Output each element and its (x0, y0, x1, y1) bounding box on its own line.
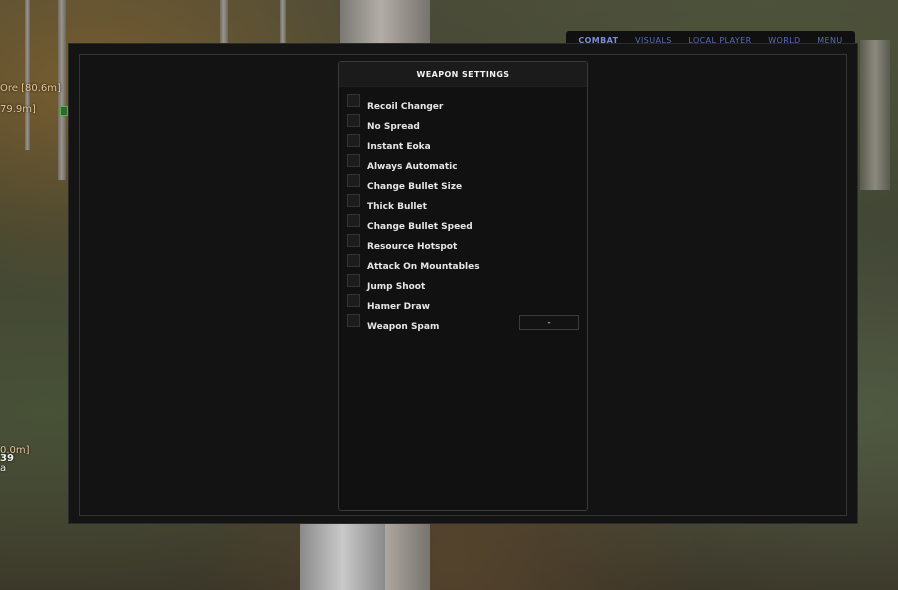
option-thick-bullet[interactable]: Thick Bullet (347, 193, 427, 212)
option-label: Attack On Mountables (367, 262, 480, 272)
option-hamer-draw[interactable]: Hamer Draw (347, 293, 430, 312)
entity-distance-label: 79.9m] (0, 104, 36, 115)
checkbox[interactable] (347, 273, 360, 287)
weapon-spam-keybind-button[interactable]: - (519, 315, 579, 330)
checkbox[interactable] (347, 233, 360, 247)
option-label: Jump Shoot (367, 282, 426, 292)
panel-title: WEAPON SETTINGS (339, 62, 587, 87)
option-attack-on-mountables[interactable]: Attack On Mountables (347, 253, 480, 272)
tree-trunk (860, 40, 890, 190)
option-change-bullet-size[interactable]: Change Bullet Size (347, 173, 463, 192)
option-instant-eoka[interactable]: Instant Eoka (347, 133, 431, 152)
option-change-bullet-speed[interactable]: Change Bullet Speed (347, 213, 473, 232)
checkbox[interactable] (347, 173, 360, 187)
option-label: No Spread (367, 122, 420, 132)
weapon-settings-panel: WEAPON SETTINGS Recoil Changer No Spread… (338, 61, 588, 511)
health-marker-icon (60, 106, 68, 116)
option-label: Hamer Draw (367, 302, 430, 312)
option-label: Change Bullet Speed (367, 222, 473, 232)
tree-trunk (25, 0, 30, 150)
checkbox[interactable] (347, 113, 360, 127)
option-no-spread[interactable]: No Spread (347, 113, 420, 132)
option-weapon-spam[interactable]: Weapon Spam (347, 313, 440, 332)
checkbox[interactable] (347, 153, 360, 167)
option-label: Resource Hotspot (367, 242, 458, 252)
checkbox[interactable] (347, 93, 360, 107)
ore-distance-label: Ore [80.6m] (0, 83, 61, 94)
tree-trunk (220, 0, 228, 45)
option-recoil-changer[interactable]: Recoil Changer (347, 93, 444, 112)
option-label: Recoil Changer (367, 102, 444, 112)
checkbox[interactable] (347, 133, 360, 147)
option-label: Change Bullet Size (367, 182, 463, 192)
checkbox[interactable] (347, 293, 360, 307)
option-label: Thick Bullet (367, 202, 427, 212)
option-label: Instant Eoka (367, 142, 431, 152)
game-scene: Ore [80.6m] 79.9m] 0.0m] 39 a COMBAT VIS… (0, 0, 898, 590)
lower-text-label: a (0, 463, 7, 474)
option-always-automatic[interactable]: Always Automatic (347, 153, 458, 172)
checkbox[interactable] (347, 213, 360, 227)
checkbox[interactable] (347, 253, 360, 267)
option-resource-hotspot[interactable]: Resource Hotspot (347, 233, 458, 252)
option-label: Weapon Spam (367, 322, 440, 332)
checkbox[interactable] (347, 193, 360, 207)
option-jump-shoot[interactable]: Jump Shoot (347, 273, 426, 292)
tree-trunk (280, 0, 286, 45)
checkbox[interactable] (347, 313, 360, 327)
tree-trunk (300, 520, 385, 590)
option-label: Always Automatic (367, 162, 458, 172)
